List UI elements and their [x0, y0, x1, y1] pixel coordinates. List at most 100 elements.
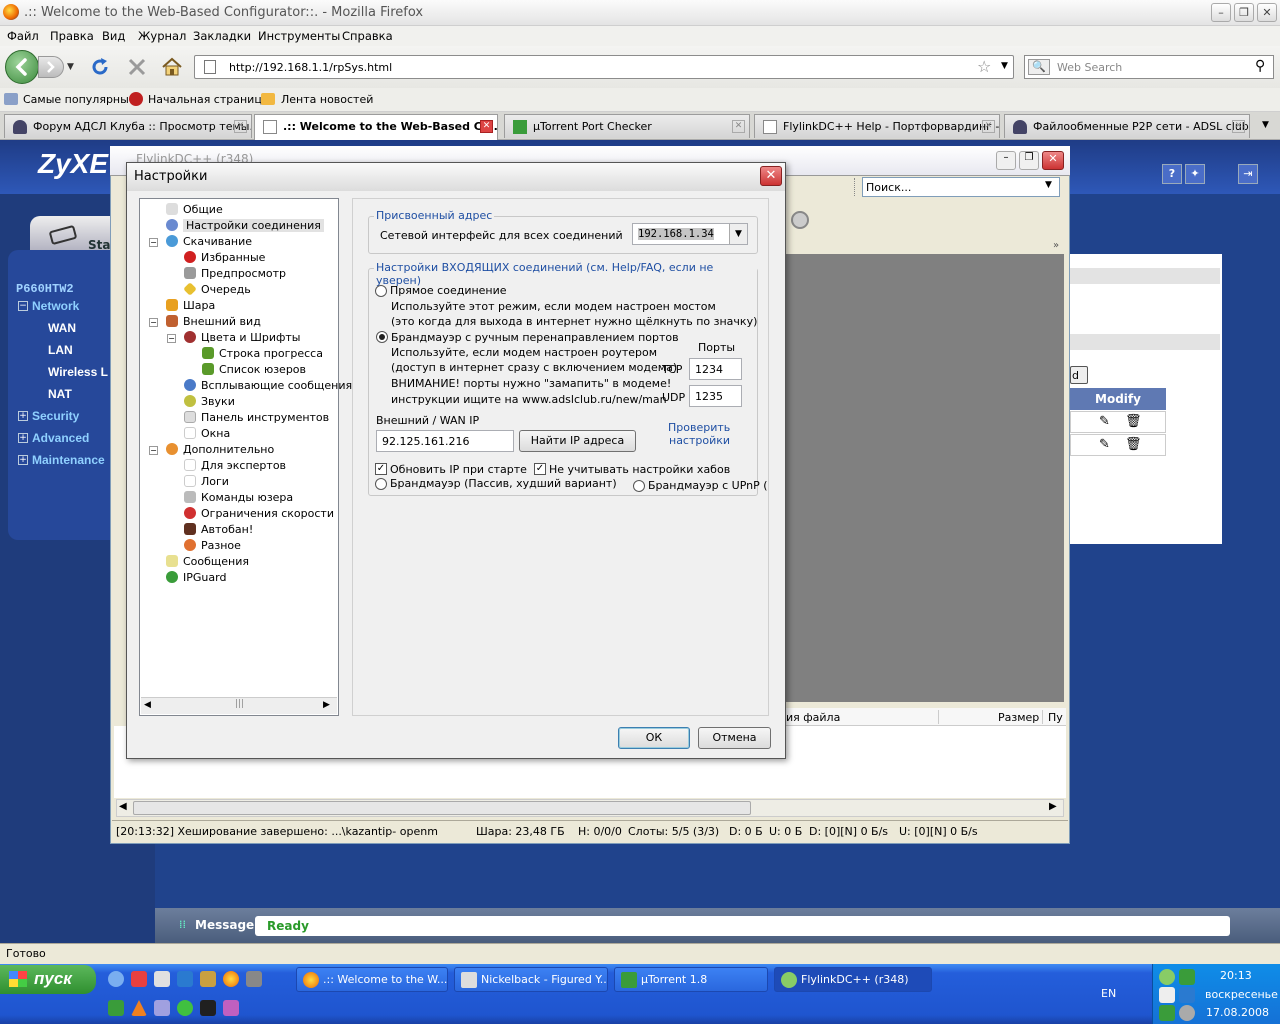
direct-connection-radio[interactable] — [375, 285, 387, 297]
tab-close-icon[interactable]: ✕ — [480, 120, 493, 133]
tree-item-advanced[interactable]: Дополнительно — [166, 443, 274, 456]
tray-app-icon[interactable] — [1159, 1005, 1175, 1021]
menu-bookmarks[interactable]: Закладки — [193, 29, 251, 43]
quicklaunch-app-icon[interactable] — [177, 1000, 193, 1016]
upnp-firewall-radio[interactable] — [633, 480, 645, 492]
tree-item-favorites[interactable]: Избранные — [184, 251, 265, 264]
tab-close-icon[interactable]: ✕ — [982, 120, 995, 133]
bookmark-start-page[interactable]: Начальная страница — [148, 93, 269, 106]
tree-item-experts[interactable]: Для экспертов — [184, 459, 286, 472]
tree-item-queue[interactable]: Очередь — [183, 282, 251, 296]
delete-icon[interactable]: 🗑 — [1125, 437, 1142, 452]
wizard-icon[interactable]: ✦ — [1185, 164, 1205, 184]
tree-item-toolbar[interactable]: Панель инструментов — [184, 411, 329, 424]
search-go-icon[interactable]: ⚲ — [1255, 58, 1265, 74]
scroll-left-icon[interactable]: ◀ — [144, 700, 151, 710]
tab-close-icon[interactable]: ✕ — [234, 120, 247, 133]
tab-close-icon[interactable]: ✕ — [1232, 120, 1245, 133]
tree-item-windows[interactable]: Окна — [184, 427, 230, 440]
firefox-quicklaunch-icon[interactable] — [223, 971, 239, 987]
column-size[interactable]: Размер — [998, 711, 1039, 724]
tree-item-ipguard[interactable]: IPGuard — [166, 571, 226, 584]
speaker-icon[interactable] — [791, 211, 809, 229]
passive-firewall-radio[interactable] — [375, 478, 387, 490]
forward-button[interactable] — [38, 56, 64, 78]
update-ip-checkbox[interactable]: ✓ — [375, 463, 387, 475]
scroll-left-icon[interactable]: ◀ — [119, 801, 127, 812]
zyxel-add-button[interactable]: d — [1070, 366, 1088, 384]
nav-maintenance[interactable]: Maintenance — [32, 453, 105, 467]
history-dropdown-icon[interactable]: ▼ — [67, 62, 74, 72]
tree-item-popups[interactable]: Всплывающие сообщения — [184, 379, 352, 392]
edit-icon[interactable]: ✎ — [1099, 437, 1110, 452]
flylink-tray-icon[interactable] — [1159, 969, 1175, 985]
flylink-search-box[interactable]: Поиск... ▼ — [862, 177, 1060, 197]
scroll-right-icon[interactable]: ▶ — [323, 700, 330, 710]
web-search-box[interactable]: 🔍 Web Search ⚲ — [1024, 55, 1274, 79]
menu-file[interactable]: Файл — [7, 29, 39, 43]
scroll-grip-icon[interactable]: ||| — [235, 699, 244, 709]
tree-item-speed-limits[interactable]: Ограничения скорости — [184, 507, 334, 520]
nav-advanced[interactable]: Advanced — [32, 431, 89, 445]
nav-wireless[interactable]: Wireless L — [48, 365, 108, 379]
menu-help[interactable]: Справка — [342, 29, 393, 43]
find-ip-button[interactable]: Найти IP адреса — [519, 430, 636, 452]
ok-button[interactable]: ОК — [618, 727, 690, 749]
collapse-icon[interactable]: − — [167, 334, 176, 343]
check-settings-link-1[interactable]: Проверить — [668, 421, 730, 434]
chevron-down-icon[interactable]: ▼ — [1045, 180, 1052, 190]
collapse-icon[interactable]: − — [149, 446, 158, 455]
tree-item-user-commands[interactable]: Команды юзера — [184, 491, 293, 504]
quicklaunch-app-icon[interactable] — [154, 1000, 170, 1016]
collapse-icon[interactable]: − — [149, 238, 158, 247]
menu-history[interactable]: Журнал — [138, 29, 186, 43]
edit-icon[interactable]: ✎ — [1099, 414, 1110, 429]
nav-wan[interactable]: WAN — [48, 321, 76, 335]
network-tray-icon[interactable] — [1159, 987, 1175, 1003]
nav-security[interactable]: Security — [32, 409, 79, 423]
language-indicator[interactable]: EN — [1101, 987, 1116, 1000]
tree-item-logs[interactable]: Логи — [184, 475, 229, 488]
ignore-hubs-checkbox[interactable]: ✓ — [534, 463, 546, 475]
wan-ip-input[interactable]: 92.125.161.216 — [376, 430, 514, 452]
star-icon[interactable]: ☆ — [977, 57, 991, 76]
collapse-icon[interactable]: − — [149, 318, 158, 327]
menu-tools[interactable]: Инструменты — [258, 29, 340, 43]
tab-configurator[interactable]: .:: Welcome to the Web-Based Co... ✕ — [254, 114, 498, 140]
tree-item-user-list[interactable]: Список юзеров — [202, 363, 306, 376]
flylink-minimize-button[interactable]: – — [996, 151, 1016, 170]
home-icon[interactable] — [161, 56, 183, 78]
url-dropdown-icon[interactable]: ▼ — [1001, 61, 1008, 71]
task-media[interactable]: Nickelback - Figured Y... — [454, 967, 608, 992]
delete-icon[interactable]: 🗑 — [1125, 414, 1142, 429]
tab-close-icon[interactable]: ✕ — [732, 120, 745, 133]
nav-nat[interactable]: NAT — [48, 387, 72, 401]
help-icon[interactable]: ? — [1162, 164, 1182, 184]
maximize-button[interactable]: ❐ — [1234, 3, 1254, 22]
expand-icon[interactable]: + — [18, 455, 28, 465]
chevron-down-icon[interactable]: ▼ — [729, 224, 747, 244]
tray-app-icon[interactable] — [1179, 987, 1195, 1003]
expand-icon[interactable]: + — [18, 433, 28, 443]
menu-view[interactable]: Вид — [102, 29, 125, 43]
tab-list-icon[interactable]: ▼ — [1262, 120, 1269, 130]
stop-icon[interactable] — [126, 56, 148, 78]
quicklaunch-app-icon[interactable] — [200, 1000, 216, 1016]
udp-port-input[interactable]: 1235 — [689, 385, 742, 407]
tray-app-icon[interactable] — [1179, 1005, 1195, 1021]
expand-icon[interactable]: + — [18, 411, 28, 421]
column-path[interactable]: Пу — [1048, 711, 1063, 724]
network-interface-select[interactable]: 192.168.1.34 ▼ — [632, 223, 748, 245]
tree-item-download[interactable]: Скачивание — [166, 235, 252, 248]
search-engine-icon[interactable]: 🔍 — [1028, 59, 1050, 75]
quicklaunch-app-icon[interactable] — [246, 971, 262, 987]
flylink-close-button[interactable]: ✕ — [1042, 151, 1064, 170]
column-filename[interactable]: ия файла — [786, 711, 840, 724]
tab-utorrent-checker[interactable]: µTorrent Port Checker ✕ — [504, 114, 750, 138]
tree-item-autoban[interactable]: Автобан! — [184, 523, 253, 536]
dialog-close-button[interactable]: ✕ — [760, 166, 782, 186]
quicklaunch-app-icon[interactable] — [223, 1000, 239, 1016]
nav-lan[interactable]: LAN — [48, 343, 73, 357]
task-flylink[interactable]: FlylinkDC++ (r348) — [774, 967, 932, 992]
check-settings-link-2[interactable]: настройки — [669, 434, 730, 447]
